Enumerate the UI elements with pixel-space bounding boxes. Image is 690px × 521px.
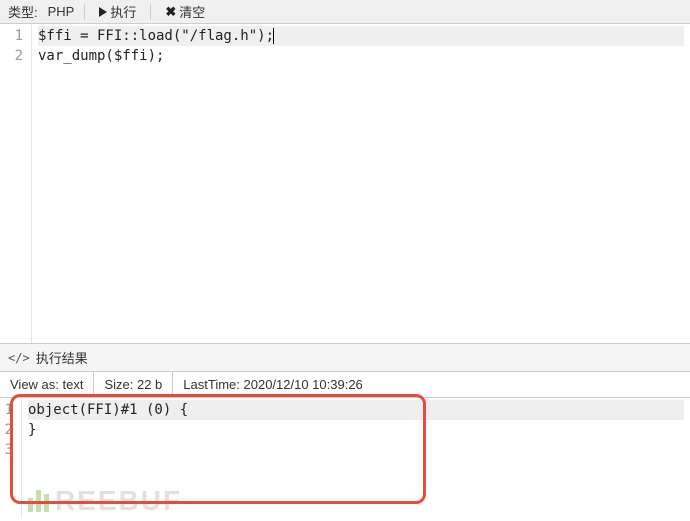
code-editor[interactable]: 1 2 $ffi = FFI::load("/flag.h"); var_dum… [0,24,690,344]
output-gutter: 1 2 3 [0,398,22,518]
toolbar: 类型: PHP 执行 ✖ 清空 [0,0,690,24]
line-number: 2 [0,46,31,66]
size-label: Size: 22 b [104,377,162,392]
run-button[interactable]: 执行 [95,0,140,23]
result-title: 执行结果 [36,348,88,367]
close-icon: ✖ [165,4,176,20]
result-header: </> 执行结果 [0,344,690,372]
editor-content[interactable]: $ffi = FFI::load("/flag.h"); var_dump($f… [32,24,690,343]
clear-button[interactable]: ✖ 清空 [161,0,209,23]
code-line[interactable]: $ffi = FFI::load("/flag.h"); [38,26,684,46]
line-number: 1 [0,26,31,46]
code-icon: </> [8,351,30,365]
output-line: } [28,420,684,440]
language-indicator[interactable]: PHP [48,4,75,19]
separator [84,4,85,20]
line-number: 3 [0,440,21,460]
lasttime-label: LastTime: 2020/12/10 10:39:26 [183,377,362,392]
output-pane: 1 2 3 object(FFI)#1 (0) { } [0,398,690,518]
result-infobar: View as: text Size: 22 b LastTime: 2020/… [0,372,690,398]
output-line [28,440,684,460]
output-line: object(FFI)#1 (0) { [28,400,684,420]
view-as-label: View as: text [10,377,83,392]
output-content[interactable]: object(FFI)#1 (0) { } [22,398,690,518]
lasttime-cell: LastTime: 2020/12/10 10:39:26 [173,372,372,397]
line-number: 2 [0,420,21,440]
play-icon [99,7,107,17]
type-label: 类型: [8,2,38,21]
size-cell: Size: 22 b [94,372,173,397]
clear-label: 清空 [179,2,205,21]
text-cursor [273,28,274,44]
code-line[interactable]: var_dump($ffi); [38,46,684,66]
editor-gutter: 1 2 [0,24,32,343]
separator [150,4,151,20]
line-number: 1 [0,400,21,420]
run-label: 执行 [110,2,136,21]
view-as-cell[interactable]: View as: text [0,372,94,397]
